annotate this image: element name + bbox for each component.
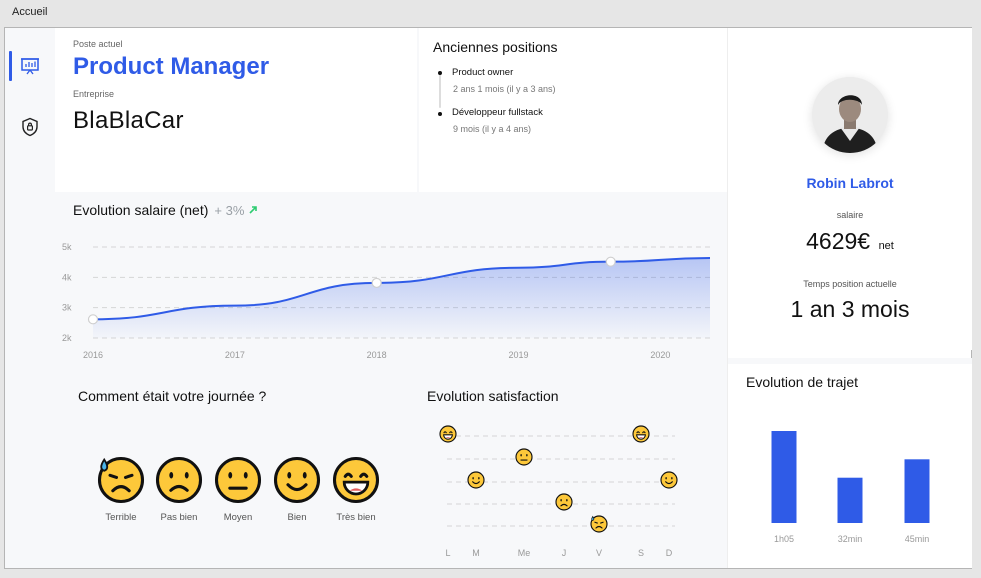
salary-chart-title: Evolution salaire (net) + 3% [73, 202, 258, 218]
profile-panel: Robin Labrot salaire 4629€ net Temps pos… [727, 28, 972, 568]
window-title: Accueil [12, 6, 48, 18]
timeline-dot [438, 112, 442, 116]
mood-option-label: Moyen [223, 512, 253, 523]
smile-emoji-icon [273, 456, 321, 504]
salary-value: 4629€ [806, 228, 871, 254]
commute-bar[interactable] [904, 459, 930, 523]
y-tick-label: 3k [62, 303, 72, 313]
current-position-label: Poste actuel [73, 39, 123, 49]
x-tick-label: J [562, 548, 567, 558]
tenure-label: Temps position actuelle [803, 279, 897, 289]
mood-title: Comment était votre journée ? [78, 388, 267, 404]
mood-option-tres-bien[interactable]: Très bien [326, 456, 386, 523]
salary-growth: + 3% [214, 203, 258, 218]
app-window: Poste actuel Product Manager Entreprise … [4, 27, 972, 569]
tenure-value: 1 an 3 mois [790, 296, 910, 322]
salary-point[interactable] [87, 314, 99, 325]
x-tick-label: 2016 [83, 350, 103, 360]
avatar [812, 77, 888, 153]
presentation-chart-icon [21, 58, 39, 75]
y-tick-label: 4k [62, 272, 72, 282]
salary-point[interactable] [371, 277, 382, 289]
nav-item-dashboard[interactable] [5, 51, 55, 81]
position-title: Développeur fullstack [452, 107, 543, 118]
satisfaction-chart: L M Me J V S D [439, 425, 678, 558]
satisfaction-point-tres-bien[interactable] [439, 425, 457, 443]
nav-item-security[interactable] [5, 112, 55, 142]
commute-bar[interactable] [771, 431, 797, 523]
salary-area [93, 258, 710, 338]
commute-title: Evolution de trajet [746, 374, 859, 390]
satisfaction-point-pas-bien[interactable] [555, 493, 573, 511]
position-duration: 2 ans 1 mois (il y a 3 ans) [453, 84, 556, 94]
shield-lock-icon [22, 117, 38, 137]
x-tick-label: 2019 [509, 350, 529, 360]
main-content: Poste actuel Product Manager Entreprise … [55, 28, 727, 568]
x-tick-label: 2017 [225, 350, 245, 360]
mood-option-label: Terrible [105, 512, 137, 523]
frown-emoji-icon [155, 456, 203, 504]
x-tick-label: 2018 [367, 350, 387, 360]
commute-chart: 1h05 32min 45min [771, 431, 930, 544]
x-tick-label: M [472, 548, 480, 558]
company-label: Entreprise [73, 89, 115, 99]
position-duration: 9 mois (il y a 4 ans) [453, 124, 532, 134]
mood-option-moyen[interactable]: Moyen [208, 456, 268, 523]
x-tick-label: Me [518, 548, 531, 558]
mood-option-bien[interactable]: Bien [267, 456, 327, 523]
x-tick-label: V [596, 548, 602, 558]
commute-bar[interactable] [837, 477, 863, 523]
satisfaction-point-bien[interactable] [660, 471, 678, 489]
current-position-title: Product Manager [73, 53, 270, 80]
x-tick-label: S [638, 548, 644, 558]
profile-name: Robin Labrot [806, 175, 894, 191]
mood-option-label: Bien [287, 512, 307, 523]
previous-positions-card: Anciennes positions Product owner 2 ans … [419, 28, 727, 192]
commute-bar-label: 45min [905, 534, 930, 544]
satisfaction-point-bien[interactable] [467, 471, 485, 489]
commute-bar-label: 32min [838, 534, 863, 544]
commute-bar-label: 1h05 [774, 534, 794, 544]
salary-growth-value: + 3% [214, 203, 245, 218]
profile-photo [812, 77, 888, 153]
sweat-frown-emoji-icon [97, 456, 145, 504]
salary-chart: 2k 3k 4k 5k 2016 2017 2018 2019 2020 [62, 242, 711, 360]
satisfaction-title: Evolution satisfaction [427, 388, 559, 404]
timeline-line [439, 74, 441, 108]
timeline-dot [438, 71, 442, 75]
satisfaction-point-tres-bien[interactable] [632, 425, 650, 443]
mood-option-label: Très bien [336, 512, 376, 523]
x-tick-label: L [445, 548, 450, 558]
profile-card: Robin Labrot salaire 4629€ net Temps pos… [728, 28, 972, 350]
company-name: BlaBlaCar [73, 107, 184, 134]
mood-option-pas-bien[interactable]: Pas bien [149, 456, 209, 523]
satisfaction-point-terrible[interactable] [590, 515, 608, 533]
salary-display: 4629€ net [728, 228, 972, 255]
current-position-card: Poste actuel Product Manager Entreprise … [55, 28, 417, 192]
neutral-emoji-icon [214, 456, 262, 504]
trend-up-arrow-icon [249, 206, 257, 214]
position-title: Product owner [452, 67, 514, 78]
salary-label: salaire [836, 210, 864, 220]
previous-positions-title: Anciennes positions [433, 39, 558, 55]
window-titlebar: Accueil [0, 0, 981, 27]
commute-card: Evolution de trajet 1h05 32min 45min [728, 358, 972, 568]
x-tick-label: D [666, 548, 673, 558]
salary-point[interactable] [605, 256, 616, 267]
y-tick-label: 2k [62, 333, 72, 343]
satisfaction-point-moyen[interactable] [515, 448, 533, 466]
grin-emoji-icon [332, 456, 380, 504]
mood-option-label: Pas bien [160, 512, 198, 523]
salary-chart-title-text: Evolution salaire (net) [73, 202, 209, 218]
mood-option-terrible[interactable]: Terrible [91, 456, 151, 523]
left-nav [5, 28, 55, 568]
y-tick-label: 5k [62, 242, 72, 252]
salary-suffix: net [878, 240, 894, 252]
x-tick-label: 2020 [650, 350, 670, 360]
